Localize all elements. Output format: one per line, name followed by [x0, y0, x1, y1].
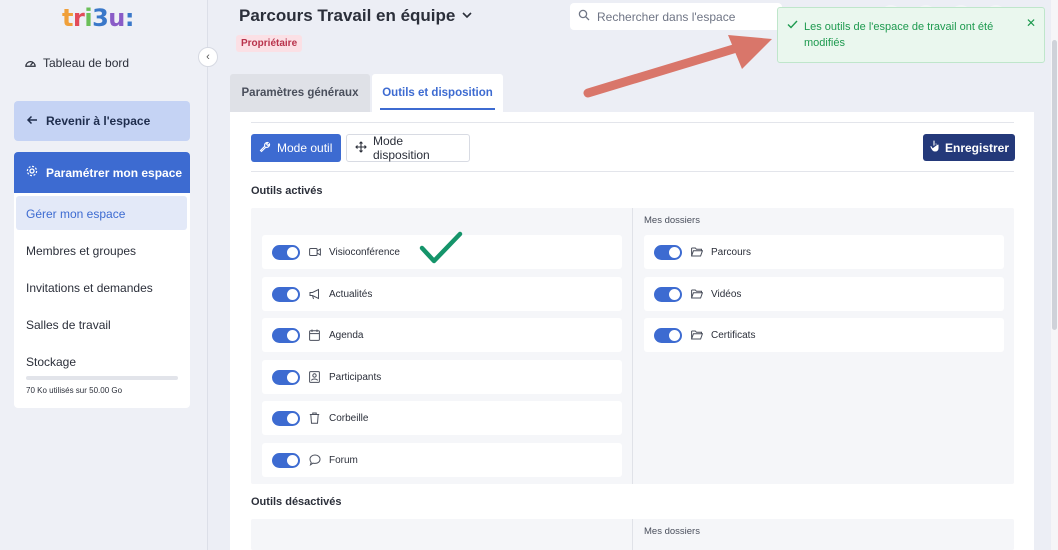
folder-label: Vidéos	[711, 288, 742, 300]
tool-label: Agenda	[329, 329, 364, 341]
mode-tool-button[interactable]: Mode outil	[251, 134, 341, 162]
folder-item-parcours[interactable]: Parcours	[644, 235, 1004, 269]
mode-tool-label: Mode outil	[277, 141, 333, 155]
folder-icon	[690, 329, 703, 342]
megaphone-icon	[308, 288, 321, 301]
tool-toggle[interactable]	[272, 327, 300, 343]
sidebar-item-dashboard[interactable]: Tableau de bord	[24, 56, 129, 70]
sidebar-item-invitations[interactable]: Invitations et demandes	[26, 281, 153, 295]
configure-submenu: Gérer mon espace Membres et groupes Invi…	[14, 193, 190, 408]
storage-progress-bar	[26, 376, 178, 380]
scrollbar-thumb[interactable]	[1052, 40, 1057, 330]
sidebar: tri3u: Tableau de bord Revenir à l'espac…	[0, 0, 208, 550]
role-badge: Propriétaire	[236, 35, 303, 52]
folder-toggle[interactable]	[654, 286, 682, 302]
mode-layout-label: Mode disposition	[373, 134, 430, 162]
tab-tools-layout[interactable]: Outils et disposition	[372, 74, 503, 112]
chevron-left-icon: ‹	[206, 51, 210, 63]
configure-space-button[interactable]: Paramétrer mon espace	[14, 152, 190, 193]
toast-message: Les outils de l'espace de travail ont ét…	[804, 21, 994, 49]
tool-label: Corbeille	[329, 412, 369, 424]
contact-icon	[308, 371, 321, 384]
tool-toggle[interactable]	[272, 369, 300, 385]
tool-toggle[interactable]	[272, 410, 300, 426]
folder-icon	[690, 288, 703, 301]
gauge-icon	[24, 57, 37, 70]
configure-label: Paramétrer mon espace	[46, 165, 183, 180]
calendar-icon	[308, 329, 321, 342]
collapse-sidebar-button[interactable]: ‹	[198, 47, 218, 67]
tool-item-participants[interactable]: Participants	[262, 360, 622, 394]
tool-item-news[interactable]: Actualités	[262, 277, 622, 311]
divider	[251, 122, 1014, 123]
chat-icon	[308, 454, 321, 467]
folder-icon	[690, 246, 703, 259]
folder-toggle[interactable]	[654, 244, 682, 260]
wrench-icon	[259, 141, 271, 156]
sidebar-item-storage[interactable]: Stockage	[26, 355, 76, 369]
page-title[interactable]: Parcours Travail en équipe	[239, 6, 473, 26]
save-button[interactable]: Enregistrer	[923, 134, 1015, 161]
sidebar-item-rooms[interactable]: Salles de travail	[26, 318, 111, 332]
check-icon	[787, 20, 798, 32]
tool-item-trash[interactable]: Corbeille	[262, 401, 622, 435]
annotation-checkmark-icon	[419, 231, 463, 264]
folder-item-videos[interactable]: Vidéos	[644, 277, 1004, 311]
dashboard-label: Tableau de bord	[43, 56, 130, 70]
tool-label: Visioconférence	[329, 246, 400, 258]
chevron-down-icon	[461, 6, 473, 26]
mode-layout-button[interactable]: Mode disposition	[346, 134, 470, 162]
search-placeholder: Rechercher dans l'espace	[597, 9, 736, 24]
folder-toggle[interactable]	[654, 327, 682, 343]
tool-label: Participants	[329, 371, 382, 383]
space-title: Parcours Travail en équipe	[239, 6, 456, 25]
inactive-tools-title: Outils désactivés	[251, 496, 342, 508]
video-icon	[308, 246, 321, 259]
hand-cursor-icon	[929, 139, 941, 156]
folder-label: Certificats	[711, 329, 756, 341]
app-logo[interactable]: tri3u:	[62, 4, 134, 32]
close-icon[interactable]: ✕	[1026, 16, 1036, 30]
folder-label: Parcours	[711, 246, 752, 258]
save-label: Enregistrer	[944, 140, 1010, 155]
tool-label: Forum	[329, 454, 358, 466]
tool-item-agenda[interactable]: Agenda	[262, 318, 622, 352]
active-tools-title: Outils activés	[251, 185, 323, 197]
tool-toggle[interactable]	[272, 452, 300, 468]
back-label: Revenir à l'espace	[46, 114, 151, 128]
arrow-left-icon	[26, 114, 38, 129]
tab-general-settings[interactable]: Paramètres généraux	[230, 74, 370, 112]
search-icon	[578, 9, 590, 24]
trash-icon	[308, 412, 321, 425]
sidebar-item-members[interactable]: Membres et groupes	[26, 244, 136, 258]
zone-divider	[632, 208, 633, 484]
success-toast: Les outils de l'espace de travail ont ét…	[777, 7, 1045, 63]
tool-label: Actualités	[329, 288, 373, 300]
tool-toggle[interactable]	[272, 244, 300, 260]
inactive-folders-label: Mes dossiers	[644, 526, 700, 537]
gear-icon	[26, 165, 38, 180]
zone-divider	[632, 519, 633, 550]
move-icon	[355, 140, 367, 156]
tool-item-forum[interactable]: Forum	[262, 443, 622, 477]
storage-usage-text: 70 Ko utilisés sur 50.00 Go	[26, 386, 123, 395]
annotation-arrow	[583, 35, 772, 98]
folder-item-certificates[interactable]: Certificats	[644, 318, 1004, 352]
sidebar-item-manage-space[interactable]: Gérer mon espace	[26, 207, 125, 221]
divider	[251, 171, 1014, 172]
tool-toggle[interactable]	[272, 286, 300, 302]
active-folders-label: Mes dossiers	[644, 215, 700, 226]
back-to-space-button[interactable]: Revenir à l'espace	[14, 101, 190, 141]
